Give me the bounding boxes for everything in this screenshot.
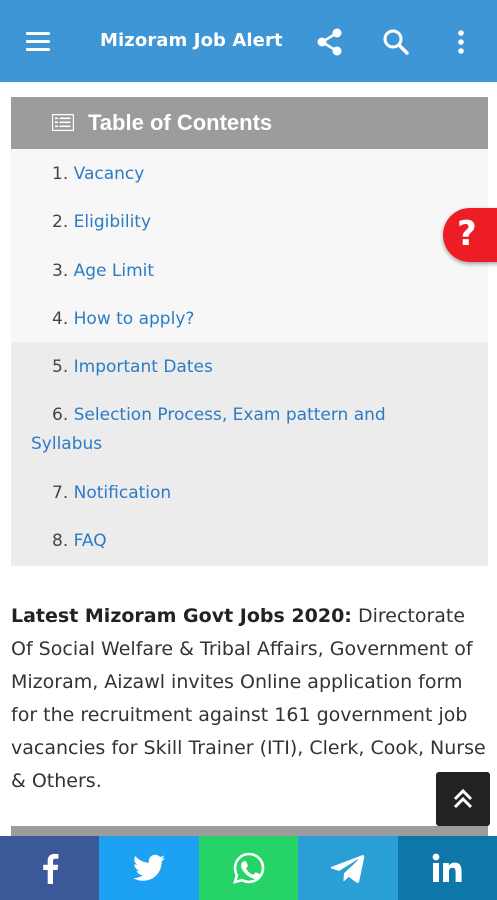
search-icon[interactable] — [380, 26, 412, 58]
article-intro: Latest Mizoram Govt Jobs 2020: Directora… — [11, 600, 486, 798]
twitter-share-button[interactable] — [99, 836, 199, 900]
section-divider — [11, 826, 488, 836]
toc-item-age-limit[interactable]: 3. Age Limit — [52, 257, 154, 285]
share-icon[interactable] — [314, 26, 346, 58]
toc-item-number: 8. — [52, 531, 69, 551]
double-chevron-up-icon — [453, 788, 473, 809]
toc-item-number: 7. — [52, 483, 69, 503]
toc-link[interactable]: Age Limit — [74, 261, 154, 281]
toc-item-vacancy[interactable]: 1. Vacancy — [52, 160, 144, 188]
menu-icon[interactable] — [22, 27, 56, 57]
share-bar — [0, 836, 497, 900]
toc-item-important-dates[interactable]: 5. Important Dates — [52, 353, 213, 381]
toc-link[interactable]: Notification — [74, 483, 172, 503]
toc-item-selection-process-cont[interactable]: Syllabus — [31, 430, 102, 458]
toc-item-number: 6. — [52, 405, 69, 425]
question-icon: ? — [457, 214, 477, 254]
article-lead: Latest Mizoram Govt Jobs 2020: — [11, 605, 352, 627]
toc-item-selection-process[interactable]: 6. Selection Process, Exam pattern and — [52, 401, 386, 429]
article-text: Directorate Of Social Welfare & Tribal A… — [11, 605, 486, 792]
whatsapp-share-button[interactable] — [198, 836, 299, 900]
help-button[interactable]: ? — [443, 208, 497, 262]
whatsapp-icon — [232, 852, 264, 884]
linkedin-share-button[interactable] — [397, 836, 497, 900]
toc-item-eligibility[interactable]: 2. Eligibility — [52, 208, 151, 236]
scroll-top-button[interactable] — [436, 772, 490, 826]
twitter-icon — [133, 854, 166, 881]
toc-item-number: 4. — [52, 309, 69, 329]
toc-item-number: 2. — [52, 212, 69, 232]
toc-link[interactable]: Selection Process, Exam pattern and — [74, 405, 386, 425]
facebook-share-button[interactable] — [0, 836, 100, 900]
toc-item-number: 1. — [52, 164, 69, 184]
toc-header[interactable]: Table of Contents — [11, 97, 488, 149]
app-bar: Mizoram Job Alert — [0, 0, 497, 82]
toc-item-how-to-apply[interactable]: 4. How to apply? — [52, 305, 194, 333]
toc-item-number: 3. — [52, 261, 69, 281]
toc-title: Table of Contents — [88, 110, 273, 135]
app-title: Mizoram Job Alert — [100, 30, 283, 51]
toc-item-number: 5. — [52, 357, 69, 377]
list-icon — [52, 114, 74, 131]
facebook-icon — [42, 853, 59, 884]
toc-link[interactable]: Syllabus — [31, 434, 102, 454]
telegram-share-button[interactable] — [298, 836, 398, 900]
more-vert-icon[interactable] — [445, 26, 477, 58]
toc-link[interactable]: Vacancy — [74, 164, 145, 184]
toc-link[interactable]: Important Dates — [74, 357, 213, 377]
toc-item-faq[interactable]: 8. FAQ — [52, 527, 107, 555]
linkedin-icon — [432, 853, 462, 882]
toc-link[interactable]: Eligibility — [74, 212, 151, 232]
telegram-icon — [330, 855, 365, 883]
toc-item-notification[interactable]: 7. Notification — [52, 479, 171, 507]
table-of-contents: Table of Contents 1. Vacancy 2. Eligibil… — [11, 97, 488, 566]
toc-link[interactable]: How to apply? — [74, 309, 195, 329]
toc-link[interactable]: FAQ — [74, 531, 107, 551]
